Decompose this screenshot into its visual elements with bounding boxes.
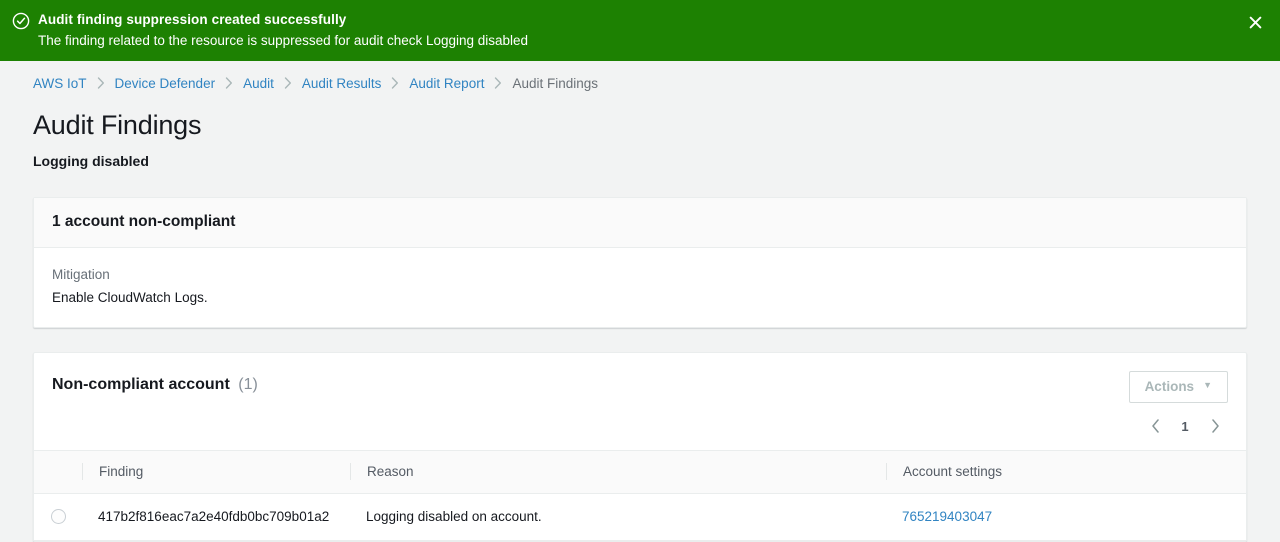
column-header-finding-label: Finding bbox=[82, 463, 350, 480]
breadcrumb-item-aws-iot[interactable]: AWS IoT bbox=[33, 76, 87, 91]
column-header-finding[interactable]: Finding bbox=[82, 451, 350, 494]
chevron-right-icon bbox=[494, 77, 502, 89]
chevron-left-icon[interactable] bbox=[1142, 413, 1168, 439]
column-header-account-settings[interactable]: Account settings bbox=[886, 451, 1246, 494]
mitigation-value: Enable CloudWatch Logs. bbox=[52, 287, 1228, 308]
breadcrumb-item-audit-findings: Audit Findings bbox=[512, 76, 598, 91]
non-compliant-account-table-card: Non-compliant account (1) Actions ▼ 1 bbox=[33, 352, 1247, 542]
table-cell-reason: Logging disabled on account. bbox=[350, 494, 886, 541]
success-flash-banner: Audit finding suppression created succes… bbox=[0, 0, 1280, 61]
breadcrumb-item-audit[interactable]: Audit bbox=[243, 76, 274, 91]
breadcrumb: AWS IoT Device Defender Audit Audit Resu… bbox=[33, 61, 1247, 105]
breadcrumb-item-audit-results[interactable]: Audit Results bbox=[302, 76, 382, 91]
row-radio-button[interactable] bbox=[51, 509, 66, 524]
column-header-reason[interactable]: Reason bbox=[350, 451, 886, 494]
chevron-right-icon bbox=[391, 77, 399, 89]
column-header-reason-label: Reason bbox=[350, 463, 886, 480]
non-compliant-account-table: Finding Reason Account settings bbox=[34, 450, 1246, 541]
check-circle-icon bbox=[12, 12, 30, 30]
flash-description: The finding related to the resource is s… bbox=[38, 32, 528, 50]
table-row[interactable]: 417b2f816eac7a2e40fdb0bc709b01a2 Logging… bbox=[34, 494, 1246, 541]
table-header: Finding Reason Account settings bbox=[34, 451, 1246, 494]
table-title: Non-compliant account (1) bbox=[52, 371, 258, 394]
breadcrumb-item-device-defender[interactable]: Device Defender bbox=[115, 76, 216, 91]
pagination: 1 bbox=[34, 403, 1246, 450]
column-header-account-settings-label: Account settings bbox=[886, 463, 1246, 480]
table-body: 417b2f816eac7a2e40fdb0bc709b01a2 Logging… bbox=[34, 494, 1246, 541]
chevron-right-icon bbox=[225, 77, 233, 89]
actions-button[interactable]: Actions ▼ bbox=[1129, 371, 1228, 403]
column-header-select bbox=[34, 451, 82, 494]
flash-title: Audit finding suppression created succes… bbox=[38, 11, 528, 29]
non-compliant-summary-card: 1 account non-compliant Mitigation Enabl… bbox=[33, 197, 1247, 328]
chevron-right-icon bbox=[97, 77, 105, 89]
chevron-right-icon[interactable] bbox=[1202, 413, 1228, 439]
account-id-link[interactable]: 765219403047 bbox=[902, 509, 992, 524]
close-icon[interactable] bbox=[1244, 11, 1266, 33]
page-title: Audit Findings bbox=[33, 108, 1247, 142]
table-cell-select bbox=[34, 494, 82, 541]
actions-button-label: Actions bbox=[1145, 379, 1195, 394]
breadcrumb-item-audit-report[interactable]: Audit Report bbox=[409, 76, 484, 91]
finding-id: 417b2f816eac7a2e40fdb0bc709b01a2 bbox=[82, 509, 350, 524]
table-header-row: Finding Reason Account settings bbox=[34, 451, 1246, 494]
summary-card-header: 1 account non-compliant bbox=[34, 198, 1246, 248]
page-subtitle: Logging disabled bbox=[33, 153, 1247, 169]
mitigation-label: Mitigation bbox=[52, 265, 1228, 285]
summary-card-title: 1 account non-compliant bbox=[52, 213, 235, 230]
summary-card-body: Mitigation Enable CloudWatch Logs. bbox=[34, 248, 1246, 327]
table-cell-account-settings: 765219403047 bbox=[886, 494, 1246, 541]
table-title-text: Non-compliant account bbox=[52, 376, 230, 393]
table-toolbar: Non-compliant account (1) Actions ▼ bbox=[34, 353, 1246, 403]
table-cell-finding: 417b2f816eac7a2e40fdb0bc709b01a2 bbox=[82, 494, 350, 541]
chevron-right-icon bbox=[284, 77, 292, 89]
finding-reason: Logging disabled on account. bbox=[350, 509, 886, 524]
pagination-page-1[interactable]: 1 bbox=[1176, 419, 1194, 434]
chevron-down-icon: ▼ bbox=[1203, 381, 1212, 390]
table-item-count: (1) bbox=[238, 376, 258, 393]
